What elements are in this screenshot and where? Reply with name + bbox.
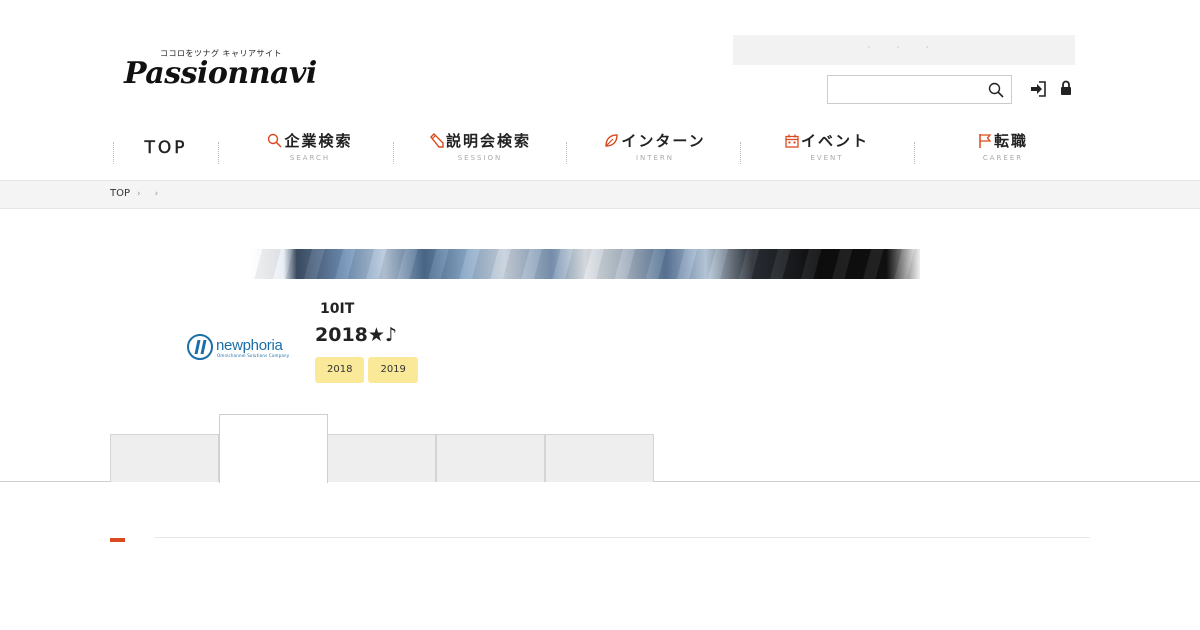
nav-separator [914, 142, 915, 164]
nav-separator [566, 142, 567, 164]
logo-wordmark: Passionnavi [124, 56, 317, 91]
section-divider [154, 537, 1090, 538]
tab-5[interactable] [545, 434, 654, 482]
tab-3[interactable] [327, 434, 436, 482]
header-info-bar: · · · [733, 35, 1075, 65]
nav-item-search[interactable]: 企業検索 SEARCH [230, 130, 390, 170]
nav-separator [740, 142, 741, 164]
nav-item-sublabel: EVENT [810, 154, 844, 162]
company-logo-tagline: Omnichannel Solutions Company [217, 353, 290, 358]
login-icon[interactable] [1030, 81, 1046, 97]
company-logo: newphoria Omnichannel Solutions Company [186, 333, 290, 363]
breadcrumb-separator: › [137, 189, 141, 199]
breadcrumb-item-top[interactable]: TOP [110, 188, 130, 199]
tab-2-active[interactable] [219, 414, 328, 483]
company-logo-bars [194, 340, 207, 354]
nav-separator [393, 142, 394, 164]
company-logo-wordmark: newphoria [216, 337, 283, 354]
nav-separator [113, 142, 114, 164]
nav-item-sublabel: INTERN [635, 154, 675, 162]
search-icon [268, 133, 283, 148]
search-icon[interactable] [988, 82, 1004, 98]
nav-item-session[interactable]: 説明会検索 SESSION [400, 130, 560, 170]
nav-item-top[interactable]: TOP [124, 130, 208, 170]
site-logo[interactable]: ココロをツナグ キャリアサイト Passionnavi [124, 46, 317, 96]
company-title: 2018★♪ [315, 324, 398, 346]
year-tag[interactable]: 2018 [315, 357, 365, 383]
nav-item-career[interactable]: 転職 CAREER [923, 130, 1083, 170]
nav-item-sublabel: CAREER [982, 154, 1024, 162]
breadcrumb-separator: › [154, 189, 159, 199]
company-category: 10IT [320, 301, 355, 317]
tab-4[interactable] [436, 434, 545, 482]
nav-separator [218, 142, 219, 164]
year-tag[interactable]: 2019 [368, 357, 418, 383]
lock-icon[interactable] [1060, 80, 1072, 96]
nav-item-label: TOP [144, 138, 188, 158]
nav-item-label: 企業検索 [284, 132, 353, 150]
header-search [827, 75, 1012, 104]
nav-item-sublabel: SESSION [457, 154, 503, 162]
nav-item-label: 説明会検索 [445, 132, 531, 150]
nav-item-sublabel: SEARCH [289, 154, 331, 162]
calendar-icon [785, 134, 799, 148]
tab-1[interactable] [110, 434, 219, 482]
company-tags: 2018 2019 [315, 357, 422, 383]
search-input[interactable] [828, 76, 978, 103]
pencil-icon [430, 133, 444, 148]
nav-item-label: イベント [800, 132, 869, 150]
section-heading-marker [110, 538, 125, 542]
nav-item-event[interactable]: イベント EVENT [747, 130, 907, 170]
leaf-icon [605, 134, 619, 147]
global-nav: TOP 企業検索 SEARCH 説明会検索 SESSION インターン INTE… [110, 130, 1090, 170]
flag-icon [979, 134, 992, 148]
nav-item-intern[interactable]: インターン INTERN [575, 130, 735, 170]
breadcrumb: TOP › › [0, 180, 1200, 209]
nav-item-label: インターン [621, 132, 706, 150]
company-banner-image [250, 249, 920, 279]
nav-item-label: 転職 [993, 132, 1028, 150]
